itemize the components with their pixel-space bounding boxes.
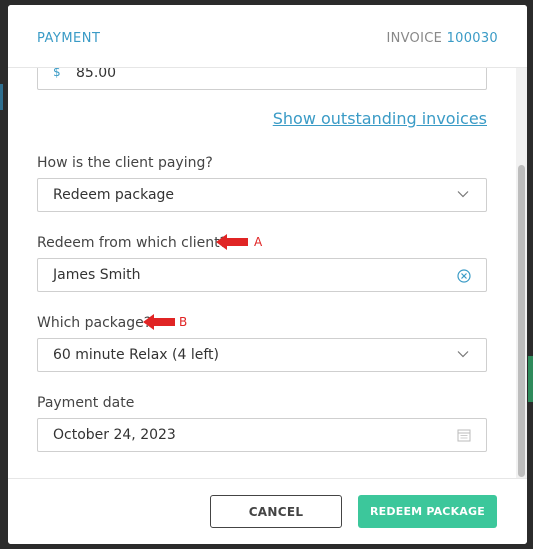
amount-field[interactable]: $ 85.00: [37, 68, 487, 90]
red-arrow-icon: [143, 314, 175, 330]
red-arrow-icon: [216, 234, 248, 250]
modal-header: PAYMENT INVOICE 100030: [8, 5, 527, 68]
payment-date-input[interactable]: October 24, 2023: [37, 418, 487, 452]
clear-circle-icon[interactable]: [456, 268, 472, 284]
annotation-b: B: [179, 315, 188, 329]
modal-title: PAYMENT: [37, 31, 101, 46]
package-label: Which package?: [37, 315, 152, 331]
scrollbar-thumb[interactable]: [518, 165, 525, 477]
package-value: 60 minute Relax (4 left): [53, 347, 219, 363]
background-app-edge: [0, 84, 3, 110]
payment-date-value: October 24, 2023: [53, 427, 176, 443]
package-select[interactable]: 60 minute Relax (4 left): [37, 338, 487, 372]
amount-value: 85.00: [76, 68, 117, 81]
annotation-a: A: [254, 235, 263, 249]
chevron-down-icon: [457, 191, 469, 198]
payment-method-value: Redeem package: [53, 187, 175, 203]
payment-modal: PAYMENT INVOICE 100030 $ 85.00 Show outs…: [8, 5, 527, 544]
cancel-button[interactable]: CANCEL: [210, 495, 342, 528]
invoice-label-text: INVOICE: [386, 31, 443, 46]
redeem-client-value: James Smith: [53, 267, 141, 283]
redeem-package-button[interactable]: REDEEM PACKAGE: [358, 495, 497, 528]
invoice-number[interactable]: 100030: [447, 31, 498, 46]
currency-symbol: $: [53, 68, 61, 79]
payment-method-select[interactable]: Redeem package: [37, 178, 487, 212]
redeem-client-input[interactable]: James Smith: [37, 258, 487, 292]
payment-date-label: Payment date: [37, 395, 135, 411]
redeem-client-label: Redeem from which client?: [37, 235, 228, 251]
calendar-icon[interactable]: [457, 428, 471, 442]
payment-method-label: How is the client paying?: [37, 155, 213, 171]
modal-body: $ 85.00 Show outstanding invoices How is…: [8, 68, 527, 478]
invoice-label: INVOICE 100030: [386, 31, 498, 46]
show-outstanding-invoices-link[interactable]: Show outstanding invoices: [273, 109, 487, 128]
chevron-down-icon: [457, 351, 469, 358]
background-app-bar: [528, 356, 533, 402]
modal-footer: CANCEL REDEEM PACKAGE: [8, 478, 527, 544]
